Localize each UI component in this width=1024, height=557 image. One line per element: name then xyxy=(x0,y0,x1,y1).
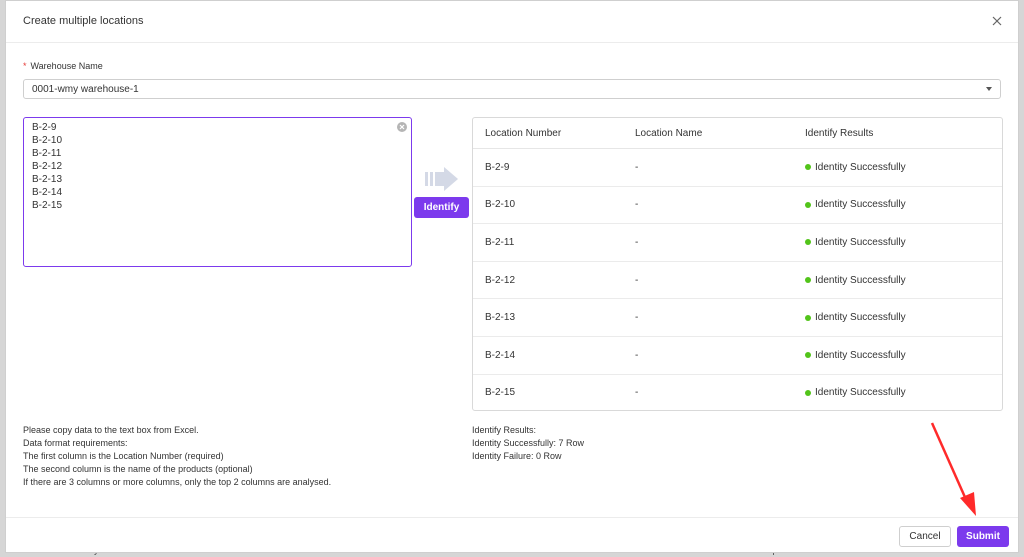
textarea-line: B-2-12 xyxy=(32,161,63,172)
required-asterisk: * xyxy=(23,61,27,71)
location-name-cell: - xyxy=(635,148,805,187)
identify-result-text: Identity Successfully xyxy=(815,387,906,399)
summary-line: Identify Results: xyxy=(472,425,537,435)
location-name-cell: - xyxy=(635,387,639,399)
identify-summary: Identify Results: Identity Successfully:… xyxy=(472,424,584,463)
identify-result-cell: Identity Successfully xyxy=(805,261,1002,300)
chevron-down-icon xyxy=(986,87,992,91)
success-dot-icon xyxy=(805,164,811,171)
location-number-cell: B-2-12 xyxy=(473,261,635,300)
warehouse-name-label: * Warehouse Name xyxy=(23,61,103,71)
identify-result-text: Identity Successfully xyxy=(815,161,906,173)
location-number-cell: B-2-9 xyxy=(473,148,635,187)
location-number-cell: B-2-10 xyxy=(473,186,635,225)
textarea-content: B-2-9 B-2-10 B-2-11 B-2-12 B-2-13 B-2-14… xyxy=(32,121,62,212)
identify-result-cell: Identity Successfully xyxy=(805,148,1002,187)
location-input-textarea[interactable]: B-2-9 B-2-10 B-2-11 B-2-12 B-2-13 B-2-14… xyxy=(23,117,412,267)
table-row: B-2-13 - Identity Successfully xyxy=(473,298,1002,337)
clear-icon[interactable] xyxy=(397,122,407,132)
identify-result-text: Identity Successfully xyxy=(815,312,906,324)
textarea-line: B-2-13 xyxy=(32,174,63,185)
table-row: B-2-11 - Identity Successfully xyxy=(473,223,1002,262)
location-name-cell: - xyxy=(635,186,805,225)
location-name-cell: - xyxy=(635,223,805,262)
summary-line: Identity Failure: 0 Row xyxy=(472,451,562,461)
modal-title: Create multiple locations xyxy=(23,15,144,27)
instruction-line: If there are 3 columns or more columns, … xyxy=(23,477,332,487)
table-row: B-2-9 - Identity Successfully xyxy=(473,148,1002,187)
table-header-row: Location Number Location Name Identify R… xyxy=(473,118,1002,149)
identify-result-cell: Identity Successfully xyxy=(805,186,1002,225)
submit-button[interactable]: Submit xyxy=(957,526,1009,547)
instruction-line: The second column is the name of the pro… xyxy=(23,464,253,474)
textarea-line: B-2-15 xyxy=(32,200,63,211)
success-dot-icon xyxy=(805,389,811,396)
close-icon[interactable] xyxy=(990,14,1004,28)
instruction-line: The first column is the Location Number … xyxy=(23,451,224,461)
location-number-cell: B-2-14 xyxy=(473,336,635,375)
location-name-cell: - xyxy=(635,336,805,375)
instruction-line: Data format requirements: xyxy=(23,438,128,448)
identify-result-text: Identity Successfully xyxy=(815,236,906,248)
column-header-location-name: Location Name xyxy=(635,118,805,149)
identify-results-table: Location Number Location Name Identify R… xyxy=(472,117,1003,411)
annotation-arrow-icon xyxy=(930,422,976,516)
success-dot-icon xyxy=(805,276,811,283)
identify-result-cell: Identity Successfully xyxy=(805,374,1002,410)
textarea-line: B-2-14 xyxy=(32,187,63,198)
table-row: B-2-15 - Identity Successfully xyxy=(473,374,1002,410)
summary-line: Identity Successfully: 7 Row xyxy=(472,438,585,448)
create-locations-modal: Create multiple locations * Warehouse Nam… xyxy=(5,0,1019,553)
arrow-right-icon xyxy=(425,167,458,191)
table-row: B-2-14 - Identity Successfully xyxy=(473,336,1002,375)
identify-result-cell: Identity Successfully xyxy=(805,298,1002,337)
identify-result-cell: Identity Successfully xyxy=(805,223,1002,262)
column-header-location-number: Location Number xyxy=(473,118,635,149)
success-dot-icon xyxy=(805,239,811,246)
success-dot-icon xyxy=(805,201,811,208)
warehouse-name-label-text: Warehouse Name xyxy=(30,61,103,71)
location-name-cell: - xyxy=(635,298,805,337)
instruction-line: Please copy data to the text box from Ex… xyxy=(23,425,199,435)
identify-result-text: Identity Successfully xyxy=(815,199,906,211)
format-instructions: Please copy data to the text box from Ex… xyxy=(23,424,331,489)
textarea-line: B-2-11 xyxy=(32,148,62,159)
location-number-cell: B-2-15 xyxy=(485,387,516,399)
identify-button[interactable]: Identify xyxy=(414,197,469,218)
identify-result-text: Identity Successfully xyxy=(815,274,906,286)
location-number-cell: B-2-13 xyxy=(473,298,635,337)
textarea-line: B-2-9 xyxy=(32,122,57,133)
location-name-cell: - xyxy=(635,261,805,300)
column-header-identify-results: Identify Results xyxy=(805,118,1002,149)
textarea-line: B-2-10 xyxy=(32,135,63,146)
warehouse-select-value: 0001-wmy warehouse-1 xyxy=(32,84,139,95)
table-row: B-2-12 - Identity Successfully xyxy=(473,261,1002,300)
success-dot-icon xyxy=(805,352,811,359)
warehouse-select[interactable]: 0001-wmy warehouse-1 xyxy=(23,79,1001,99)
modal-header: Create multiple locations xyxy=(6,1,1018,43)
location-number-cell: B-2-11 xyxy=(473,223,635,262)
identify-result-text: Identity Successfully xyxy=(815,349,906,361)
cancel-button[interactable]: Cancel xyxy=(899,526,951,547)
success-dot-icon xyxy=(805,314,811,321)
identify-result-cell: Identity Successfully xyxy=(805,336,1002,375)
table-row: B-2-10 - Identity Successfully xyxy=(473,186,1002,225)
modal-footer: Cancel Submit xyxy=(6,517,1018,555)
